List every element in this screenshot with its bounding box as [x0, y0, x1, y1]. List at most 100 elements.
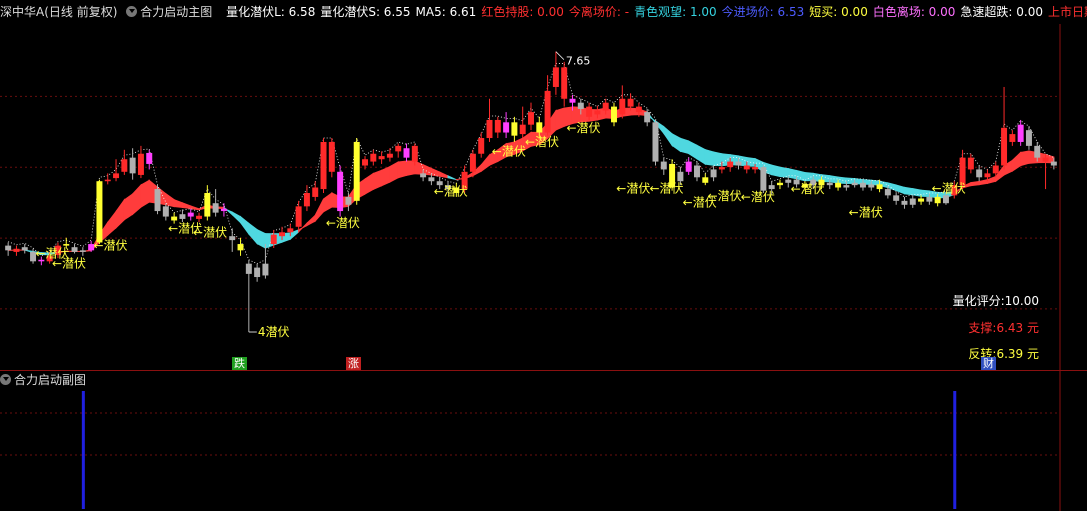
candle-body-73: [611, 106, 617, 123]
ma-ribbon-segment-17: [140, 179, 150, 209]
candle-body-56: [469, 153, 476, 172]
candle-body-11: [96, 181, 103, 243]
candle-body-24: [204, 193, 211, 217]
main-chart[interactable]: ←潜伏←潜伏←潜伏←潜伏←潜伏←潜伏←潜伏←潜伏←潜伏←潜伏←潜伏 ←潜伏←潜伏←…: [0, 24, 1087, 371]
ma-ribbon-segment-119: [986, 175, 997, 184]
ma-ribbon-segment-50: [414, 160, 424, 175]
ma-ribbon-segment-85: [704, 149, 715, 166]
ma-ribbon-segment-31: [256, 228, 266, 249]
ma-ribbon-segment-14: [115, 198, 125, 229]
header-bar: 深中华A(日线 前复权) 合力启动主图 量化潜伏L: 6.58 量化潜伏S: 6.…: [0, 0, 1087, 24]
candle-body-70: [586, 106, 593, 117]
sub-chart[interactable]: [0, 371, 1087, 511]
ma-ribbon-segment-67: [555, 107, 565, 131]
signal-label-1: ←潜伏: [52, 257, 86, 271]
ma-ribbon-segment-94: [779, 166, 789, 178]
ma-ribbon-segment-53: [439, 171, 449, 179]
candle-body-72: [602, 102, 609, 111]
candle-body-7: [63, 244, 70, 246]
candle-body-50: [420, 173, 427, 178]
candle-body-28: [237, 244, 244, 251]
signal-label-4: ←潜伏: [193, 225, 227, 239]
candle-body-91: [760, 167, 767, 191]
candle-body-83: [693, 165, 700, 178]
candle-body-20: [171, 216, 178, 221]
ma-ribbon-segment-110: [912, 188, 922, 197]
candle-body-118: [984, 173, 991, 178]
ma-ribbon-segment-109: [903, 186, 914, 196]
candle-body-17: [146, 152, 153, 164]
candle-body-59: [494, 119, 501, 133]
candle-body-81: [677, 171, 684, 182]
ma-ribbon-segment-44: [364, 172, 374, 195]
ma-ribbon-segment-117: [970, 180, 980, 187]
candle-body-31: [262, 263, 269, 276]
candle-body-57: [478, 138, 485, 154]
max-pointer-line: [555, 51, 565, 60]
ma-ribbon-segment-47: [389, 161, 399, 183]
trend-dotted-line: [8, 63, 1055, 265]
signal-label-5: ←潜伏: [326, 216, 360, 230]
candle-body-122: [1017, 124, 1024, 142]
candle-body-2: [21, 247, 28, 251]
candle-body-19: [162, 206, 169, 217]
header-value-0: 量化潜伏L: 6.58: [226, 5, 316, 19]
ma-ribbon-segment-39: [323, 191, 333, 213]
candle-body-109: [909, 198, 916, 205]
header-value-1: 量化潜伏S: 6.55: [320, 5, 411, 19]
candle-body-32: [270, 234, 277, 245]
candle-body-103: [859, 182, 866, 188]
candle-body-25: [212, 203, 219, 213]
candle-body-111: [926, 196, 933, 202]
ma-ribbon-segment-21: [173, 198, 183, 209]
candle-body-9: [79, 250, 86, 252]
header-value-7: 短买: 0.00: [809, 5, 868, 19]
candle-body-121: [1009, 134, 1016, 142]
indicator-dropdown[interactable]: 合力启动主图: [126, 5, 217, 19]
candle-body-69: [577, 102, 584, 109]
ma-ribbon-segment-37: [306, 214, 316, 227]
candle-body-101: [843, 185, 850, 188]
die-badge: 跌: [232, 357, 247, 370]
ma-ribbon-segment-52: [430, 167, 441, 177]
signal-label-10: ←潜伏: [616, 181, 650, 195]
ma-ribbon-segment-84: [696, 144, 706, 166]
ma-ribbon-segment-83: [688, 140, 698, 160]
candle-body-78: [652, 122, 659, 162]
candle-body-18: [154, 189, 161, 212]
ma-ribbon-segment-29: [240, 215, 250, 236]
candle-body-79: [660, 161, 667, 170]
candle-body-84: [702, 177, 709, 183]
ma-ribbon-segment-101: [837, 176, 847, 185]
candle-body-92: [768, 185, 775, 190]
ma-ribbon-segment-111: [920, 189, 930, 197]
ma-ribbon-segment-13: [107, 209, 117, 237]
candle-body-12: [104, 179, 111, 182]
candle-body-13: [113, 173, 120, 179]
header-values: 量化潜伏L: 6.58 量化潜伏S: 6.55 MA5: 6.61 红色持股: 0.0…: [226, 5, 1087, 19]
candle-body-41: [345, 196, 352, 205]
candle-body-99: [826, 182, 833, 186]
candle-body-35: [295, 206, 302, 227]
ma-ribbon-segment-20: [165, 192, 175, 208]
ma-ribbon-segment-108: [895, 184, 905, 195]
candle-body-119: [992, 165, 999, 174]
candle-body-64: [536, 122, 543, 133]
candle-body-37: [312, 187, 319, 197]
ma-ribbon-segment-123: [1020, 150, 1030, 167]
candle-body-113: [942, 195, 949, 204]
candle-body-46: [386, 153, 393, 158]
candle-body-87: [727, 161, 734, 168]
ma-ribbon-segment-28: [231, 211, 242, 224]
candle-body-65: [544, 90, 551, 133]
candle-body-100: [835, 182, 842, 188]
candle-body-45: [378, 156, 385, 160]
candle-body-76: [635, 106, 642, 113]
candle-body-23: [196, 215, 203, 219]
candle-body-0: [5, 245, 12, 251]
candle-body-106: [884, 189, 891, 196]
candle-body-125: [1042, 157, 1049, 162]
ma-ribbon-segment-49: [406, 160, 416, 176]
candle-body-71: [594, 110, 601, 115]
stock-name[interactable]: 深中华A(日线 前复权): [0, 5, 117, 19]
